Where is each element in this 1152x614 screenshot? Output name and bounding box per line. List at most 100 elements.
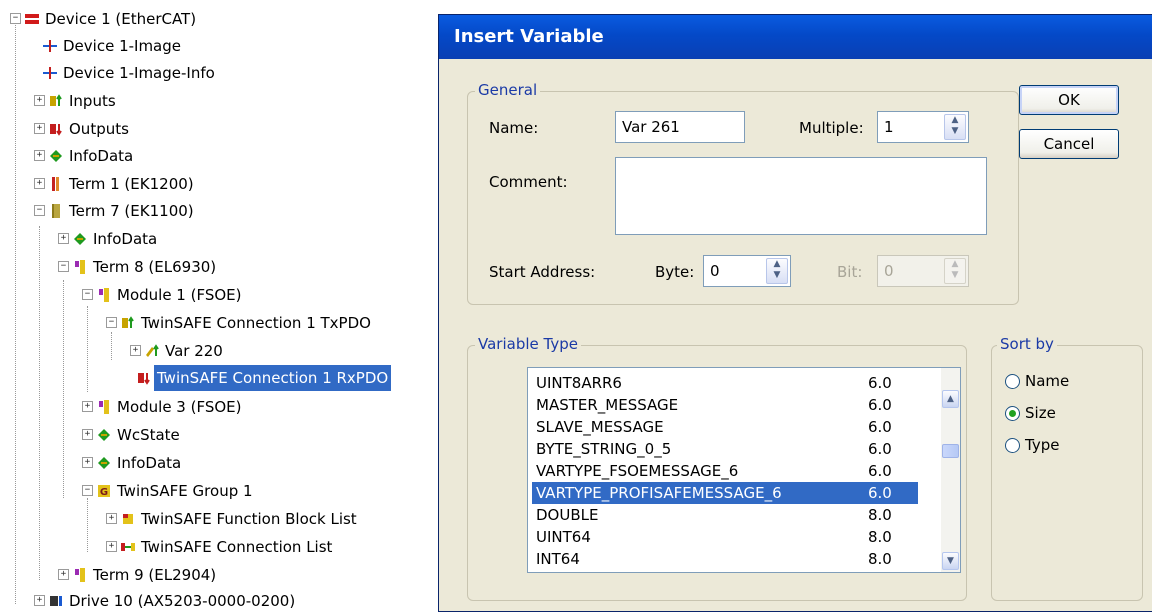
type-name: INT64 <box>536 550 580 568</box>
list-item[interactable]: SLAVE_MESSAGE 6.0 <box>532 416 918 438</box>
type-name: MASTER_MESSAGE <box>536 396 679 414</box>
tree-line <box>39 226 40 580</box>
module-icon <box>99 400 109 414</box>
outputs-icon <box>50 124 62 136</box>
terminal-icon <box>52 177 59 191</box>
infodata-icon <box>74 233 86 245</box>
tree-item-label: TwinSAFE Connection 1 RxPDO <box>154 365 392 391</box>
type-name: DOUBLE <box>536 506 599 524</box>
connection-list-icon <box>121 543 135 551</box>
multiple-stepper[interactable]: 1 ▲ ▼ <box>877 111 969 143</box>
tree-item-label: Drive 10 (AX5203-0000-0200) <box>69 592 296 610</box>
collapse-icon[interactable]: − <box>82 485 93 496</box>
expand-icon[interactable]: + <box>58 569 69 580</box>
tree-item-label: Term 8 (EL6930) <box>93 258 217 276</box>
byte-stepper[interactable]: 0 ▲ ▼ <box>703 255 791 287</box>
scroll-up-icon[interactable]: ▲ <box>942 390 959 408</box>
spin-updown-icon[interactable]: ▲ ▼ <box>944 114 966 140</box>
list-item-selected[interactable]: VARTYPE_PROFISAFEMESSAGE_6 6.0 <box>532 482 918 504</box>
device-tree[interactable]: − Device 1 (EtherCAT) Device 1-Image Dev… <box>0 0 440 610</box>
tree-item-label: Var 220 <box>165 342 223 360</box>
tree-item-label: Term 1 (EK1200) <box>69 175 194 193</box>
expand-icon[interactable]: + <box>106 541 117 552</box>
type-size: 6.0 <box>868 396 892 414</box>
variable-icon <box>146 344 159 357</box>
tree-item-label: TwinSAFE Function Block List <box>141 510 357 528</box>
tree-item-label: Outputs <box>69 120 129 138</box>
dialog-title[interactable]: Insert Variable <box>439 15 1152 59</box>
list-item[interactable]: UINT64 8.0 <box>532 526 918 548</box>
collapse-icon[interactable]: − <box>58 261 69 272</box>
sort-name-radio[interactable]: Name <box>1005 371 1125 393</box>
tree-line <box>87 498 88 552</box>
collapse-icon[interactable]: − <box>10 13 21 24</box>
collapse-icon[interactable]: − <box>82 289 93 300</box>
tree-item-label: Device 1-Image-Info <box>63 64 215 82</box>
expand-icon[interactable]: + <box>82 429 93 440</box>
tree-line <box>87 306 88 392</box>
terminal-icon <box>75 260 85 274</box>
start-address-label: Start Address: <box>489 263 596 281</box>
list-scrollbar[interactable]: ▲ ▼ <box>941 368 960 572</box>
tree-item-label: InfoData <box>69 147 134 165</box>
type-size: 8.0 <box>868 528 892 546</box>
expand-icon[interactable]: + <box>82 401 93 412</box>
image-info-icon <box>43 67 57 79</box>
name-label: Name: <box>489 119 539 137</box>
image-icon <box>43 40 57 52</box>
expand-icon[interactable]: + <box>82 457 93 468</box>
byte-value: 0 <box>710 262 720 280</box>
list-item[interactable]: BYTE_STRING_0_5 6.0 <box>532 438 918 460</box>
scroll-thumb[interactable] <box>942 444 959 458</box>
variable-type-list[interactable]: UINT8ARR6 6.0 MASTER_MESSAGE 6.0 SLAVE_MES… <box>527 367 961 573</box>
list-item[interactable]: DOUBLE 8.0 <box>532 504 918 526</box>
radio-button-selected-icon[interactable] <box>1005 406 1020 421</box>
rxpdo-icon <box>138 373 150 385</box>
comment-textarea[interactable] <box>615 157 987 235</box>
type-name: BYTE_STRING_0_5 <box>536 440 672 458</box>
type-name: UINT8ARR6 <box>536 374 622 392</box>
variable-type-legend: Variable Type <box>475 335 581 353</box>
inputs-icon <box>50 94 62 106</box>
cancel-button[interactable]: Cancel <box>1019 129 1119 159</box>
type-size: 8.0 <box>868 550 892 568</box>
byte-label: Byte: <box>655 263 695 281</box>
tree-line <box>111 332 112 360</box>
list-item[interactable]: MASTER_MESSAGE 6.0 <box>532 394 918 416</box>
type-name: VARTYPE_FSOEMESSAGE_6 <box>536 462 739 480</box>
list-item[interactable]: INT64 8.0 <box>532 548 918 570</box>
tree-line <box>63 280 64 498</box>
expand-icon[interactable]: + <box>58 233 69 244</box>
type-size: 6.0 <box>868 484 892 502</box>
expand-icon[interactable]: + <box>34 95 45 106</box>
radio-button-icon[interactable] <box>1005 438 1020 453</box>
type-size: 8.0 <box>868 506 892 524</box>
terminal-icon <box>75 568 85 582</box>
name-input[interactable]: Var 261 <box>615 111 745 143</box>
expand-icon[interactable]: + <box>34 123 45 134</box>
expand-icon[interactable]: + <box>106 513 117 524</box>
tree-item-label: Term 9 (EL2904) <box>93 566 217 584</box>
txpdo-icon <box>122 316 134 328</box>
ok-button[interactable]: OK <box>1019 85 1119 115</box>
general-legend: General <box>475 81 541 99</box>
list-item[interactable]: VARTYPE_FSOEMESSAGE_6 6.0 <box>532 460 918 482</box>
spin-updown-icon[interactable]: ▲ ▼ <box>766 258 788 284</box>
expand-icon[interactable]: + <box>34 178 45 189</box>
ethercat-device-icon <box>25 14 39 24</box>
radio-button-icon[interactable] <box>1005 374 1020 389</box>
terminal-icon <box>52 204 60 218</box>
expand-icon[interactable]: + <box>130 345 141 356</box>
scroll-down-icon[interactable]: ▼ <box>942 552 959 570</box>
sort-type-radio[interactable]: Type <box>1005 435 1125 457</box>
list-item[interactable]: UINT8ARR6 6.0 <box>532 372 918 394</box>
collapse-icon[interactable]: − <box>106 317 117 328</box>
tree-item-label: Device 1-Image <box>63 37 182 55</box>
sort-size-radio[interactable]: Size <box>1005 403 1125 425</box>
collapse-icon[interactable]: − <box>34 205 45 216</box>
tree-item-label: Device 1 (EtherCAT) <box>45 10 197 28</box>
expand-icon[interactable]: + <box>34 150 45 161</box>
multiple-value: 1 <box>884 118 894 136</box>
sort-option-label: Type <box>1025 436 1060 454</box>
expand-icon[interactable]: + <box>34 595 45 606</box>
